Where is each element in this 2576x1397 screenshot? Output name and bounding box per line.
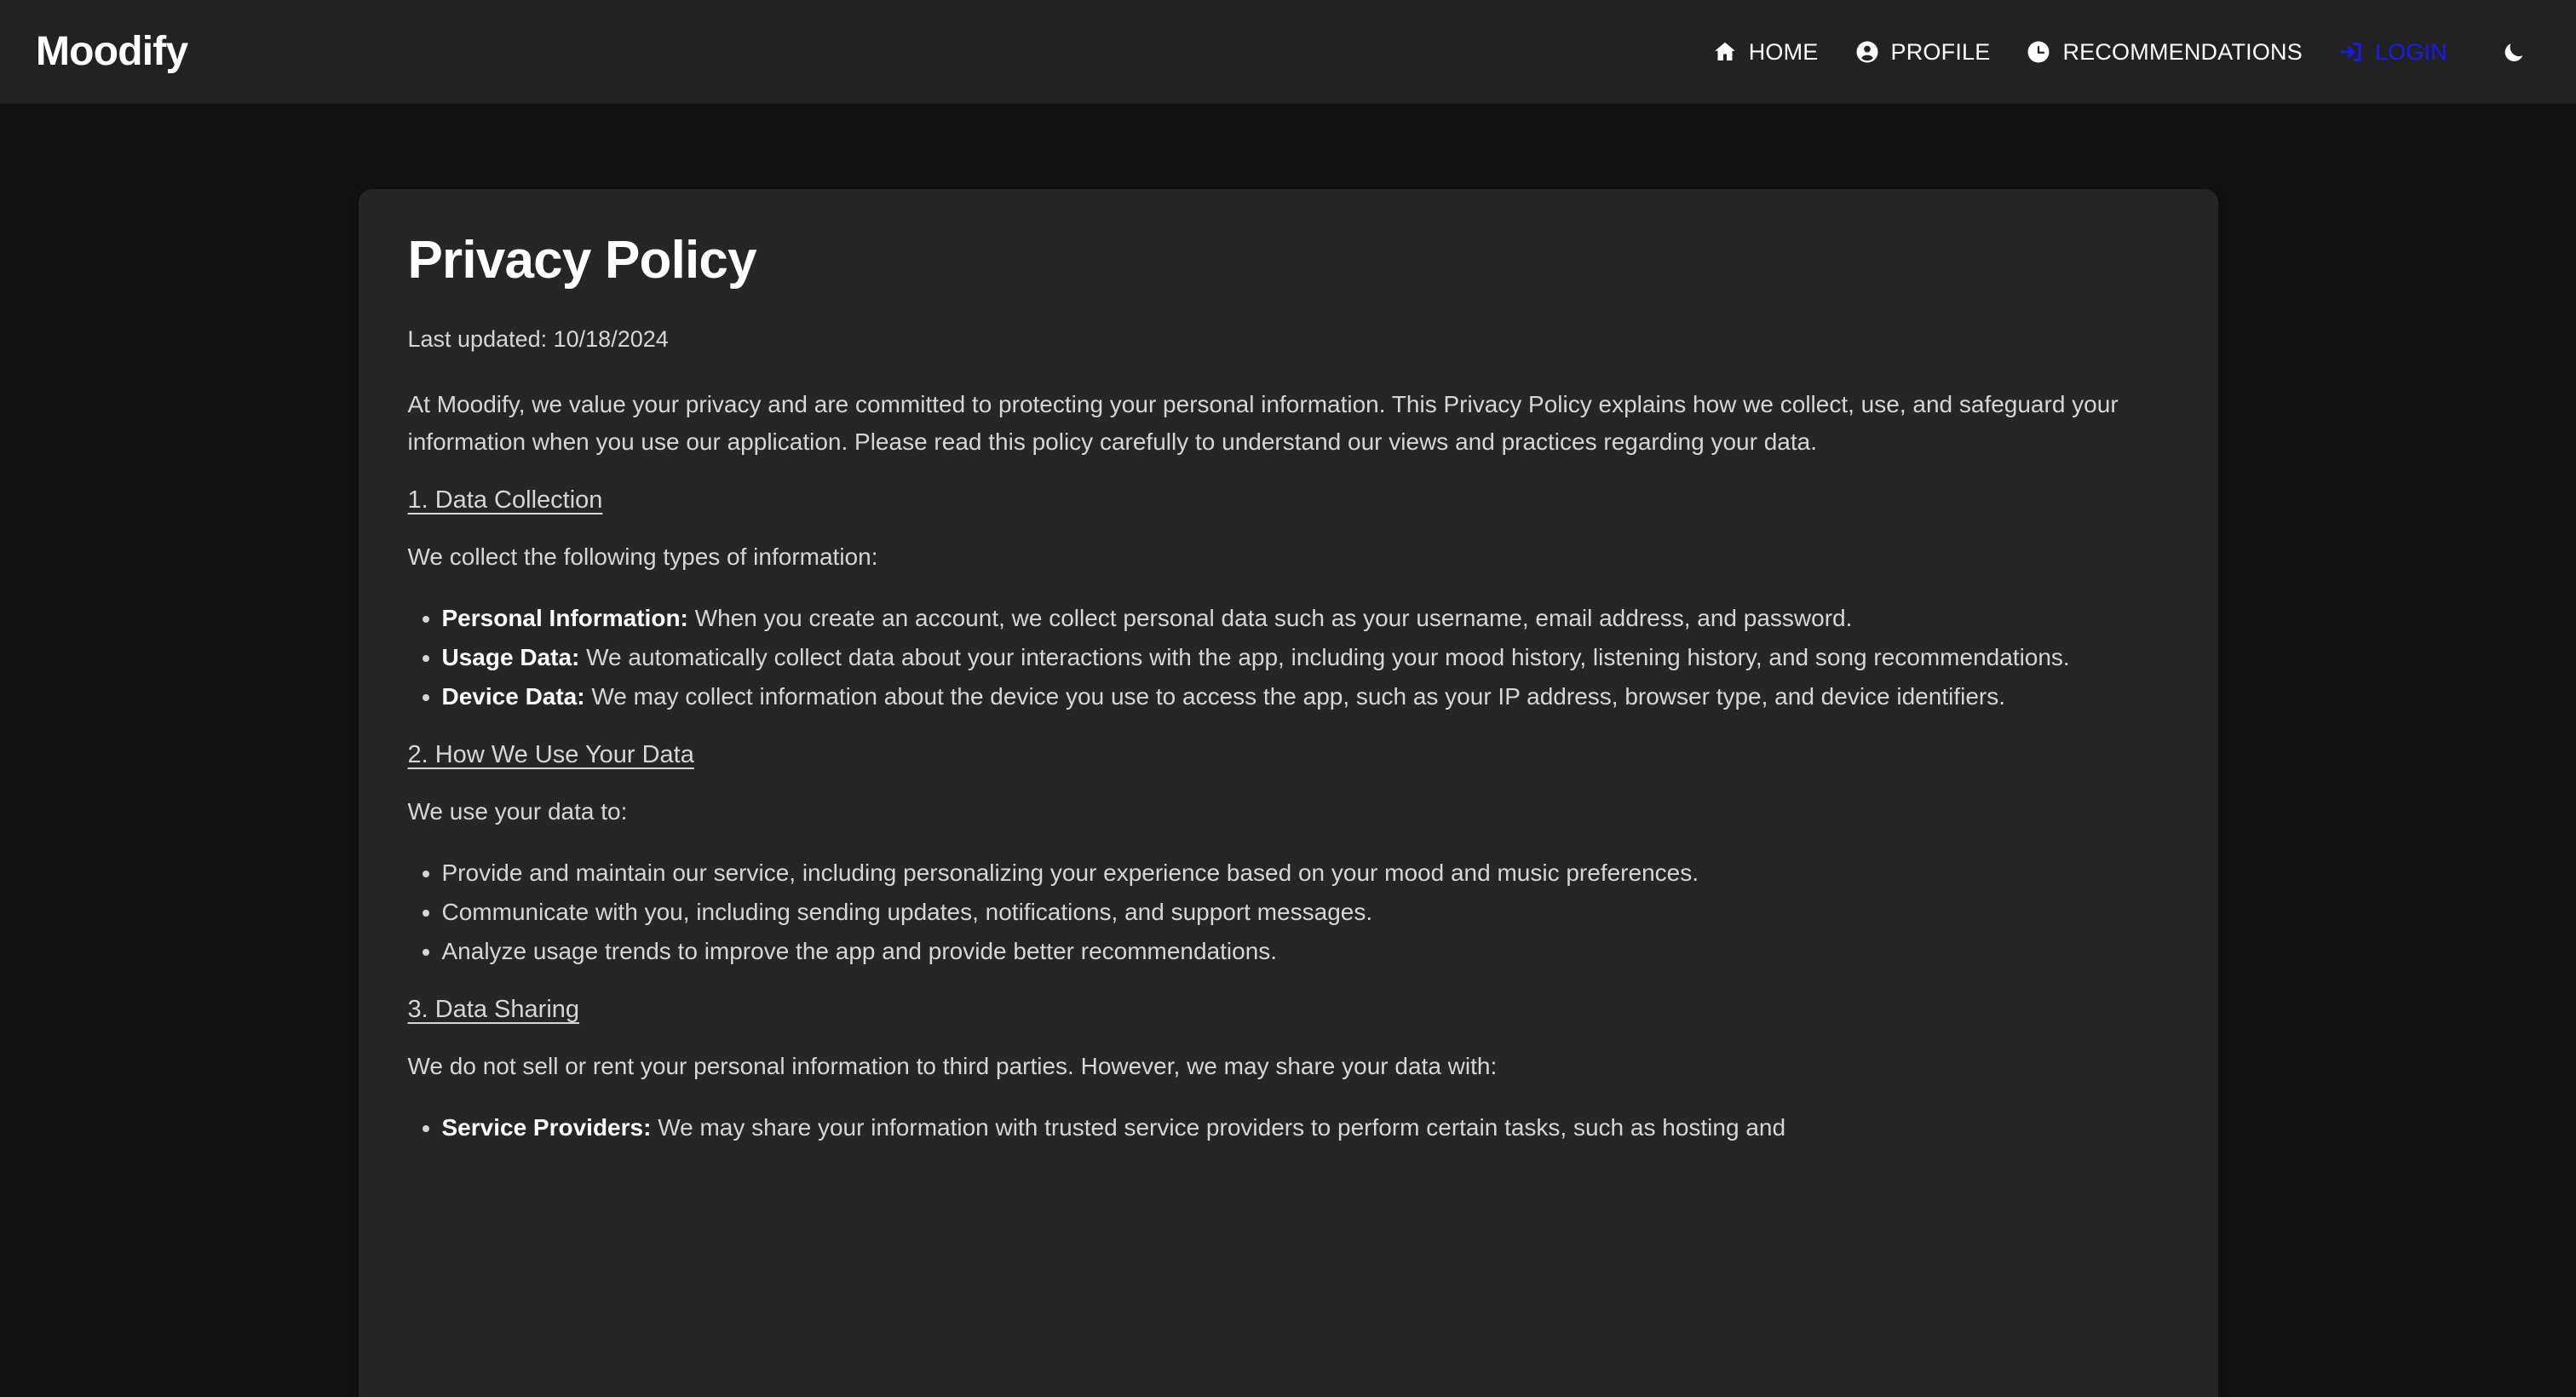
nav-item-profile-label: PROFILE bbox=[1890, 38, 1991, 65]
list-item-text: Provide and maintain our service, includ… bbox=[441, 859, 1699, 886]
list-item: Service Providers: We may share your inf… bbox=[408, 1109, 2169, 1147]
list-item-text: Analyze usage trends to improve the app … bbox=[441, 938, 1278, 965]
list-item-term: Service Providers: bbox=[441, 1113, 652, 1141]
section-lead: We do not sell or rent your personal inf… bbox=[407, 1053, 1498, 1080]
policy-section-3: 3. Data Sharing We do not sell or rent y… bbox=[408, 996, 2169, 1147]
list-item-term: Usage Data: bbox=[441, 643, 580, 670]
nav-item-recommendations[interactable]: RECOMMENDATIONS bbox=[2008, 31, 2320, 74]
nav-item-login-label: LOGIN bbox=[2374, 38, 2447, 65]
list-item: Usage Data: We automatically collect dat… bbox=[408, 639, 2169, 676]
user-circle-icon bbox=[1854, 39, 1880, 65]
brand-logo[interactable]: Moodify bbox=[36, 32, 188, 72]
list-item: Communicate with you, including sending … bbox=[408, 894, 2169, 931]
policy-list: Personal Information: When you create an… bbox=[408, 600, 2169, 716]
nav-item-home[interactable]: HOME bbox=[1694, 31, 1837, 74]
section-heading: 3. Data Sharing bbox=[407, 996, 580, 1024]
list-item: Provide and maintain our service, includ… bbox=[408, 854, 2169, 892]
policy-list: Provide and maintain our service, includ… bbox=[408, 854, 2169, 971]
section-lead: We use your data to: bbox=[407, 798, 628, 825]
privacy-policy-card: Privacy Policy Last updated: 10/18/2024 … bbox=[358, 189, 2218, 1397]
list-item-term: Personal Information: bbox=[441, 604, 688, 631]
moon-icon bbox=[2501, 39, 2527, 65]
policy-section-2: 2. How We Use Your Data We use your data… bbox=[408, 741, 2169, 970]
page-content: Privacy Policy Last updated: 10/18/2024 … bbox=[0, 104, 2576, 1397]
list-item: Device Data: We may collect information … bbox=[408, 678, 2169, 716]
clock-icon bbox=[2026, 39, 2051, 65]
list-item-text: We may collect information about the dev… bbox=[584, 683, 2006, 710]
list-item-text: We may share your information with trust… bbox=[651, 1113, 1786, 1141]
theme-toggle-button[interactable] bbox=[2491, 29, 2537, 75]
list-item-text: We automatically collect data about your… bbox=[579, 643, 2070, 670]
section-heading: 2. How We Use Your Data bbox=[407, 741, 694, 769]
last-updated-text: Last updated: 10/18/2024 bbox=[407, 326, 669, 353]
section-lead: We collect the following types of inform… bbox=[407, 543, 878, 571]
policy-section-1: 1. Data Collection We collect the follow… bbox=[408, 486, 2169, 716]
nav-links: HOME PROFILE RECOMMENDATIONS LOGIN bbox=[1694, 29, 2537, 75]
top-navigation-bar: Moodify HOME PROFILE RECOMMENDATIONS LOG… bbox=[0, 0, 2576, 104]
nav-item-login[interactable]: LOGIN bbox=[2320, 31, 2465, 74]
section-heading: 1. Data Collection bbox=[407, 486, 603, 515]
login-arrow-icon bbox=[2338, 39, 2364, 65]
intro-paragraph: At Moodify, we value your privacy and ar… bbox=[407, 390, 2119, 455]
list-item: Analyze usage trends to improve the app … bbox=[408, 933, 2169, 970]
nav-item-recommendations-label: RECOMMENDATIONS bbox=[2062, 38, 2303, 65]
page-title: Privacy Policy bbox=[407, 231, 757, 290]
list-item-text: Communicate with you, including sending … bbox=[441, 898, 1373, 925]
policy-list: Service Providers: We may share your inf… bbox=[408, 1109, 2169, 1147]
list-item-text: When you create an account, we collect p… bbox=[687, 604, 1853, 631]
list-item-term: Device Data: bbox=[441, 683, 585, 710]
home-icon bbox=[1712, 39, 1738, 65]
list-item: Personal Information: When you create an… bbox=[408, 600, 2169, 637]
nav-item-profile[interactable]: PROFILE bbox=[1837, 31, 2009, 74]
nav-item-home-label: HOME bbox=[1748, 38, 1819, 65]
